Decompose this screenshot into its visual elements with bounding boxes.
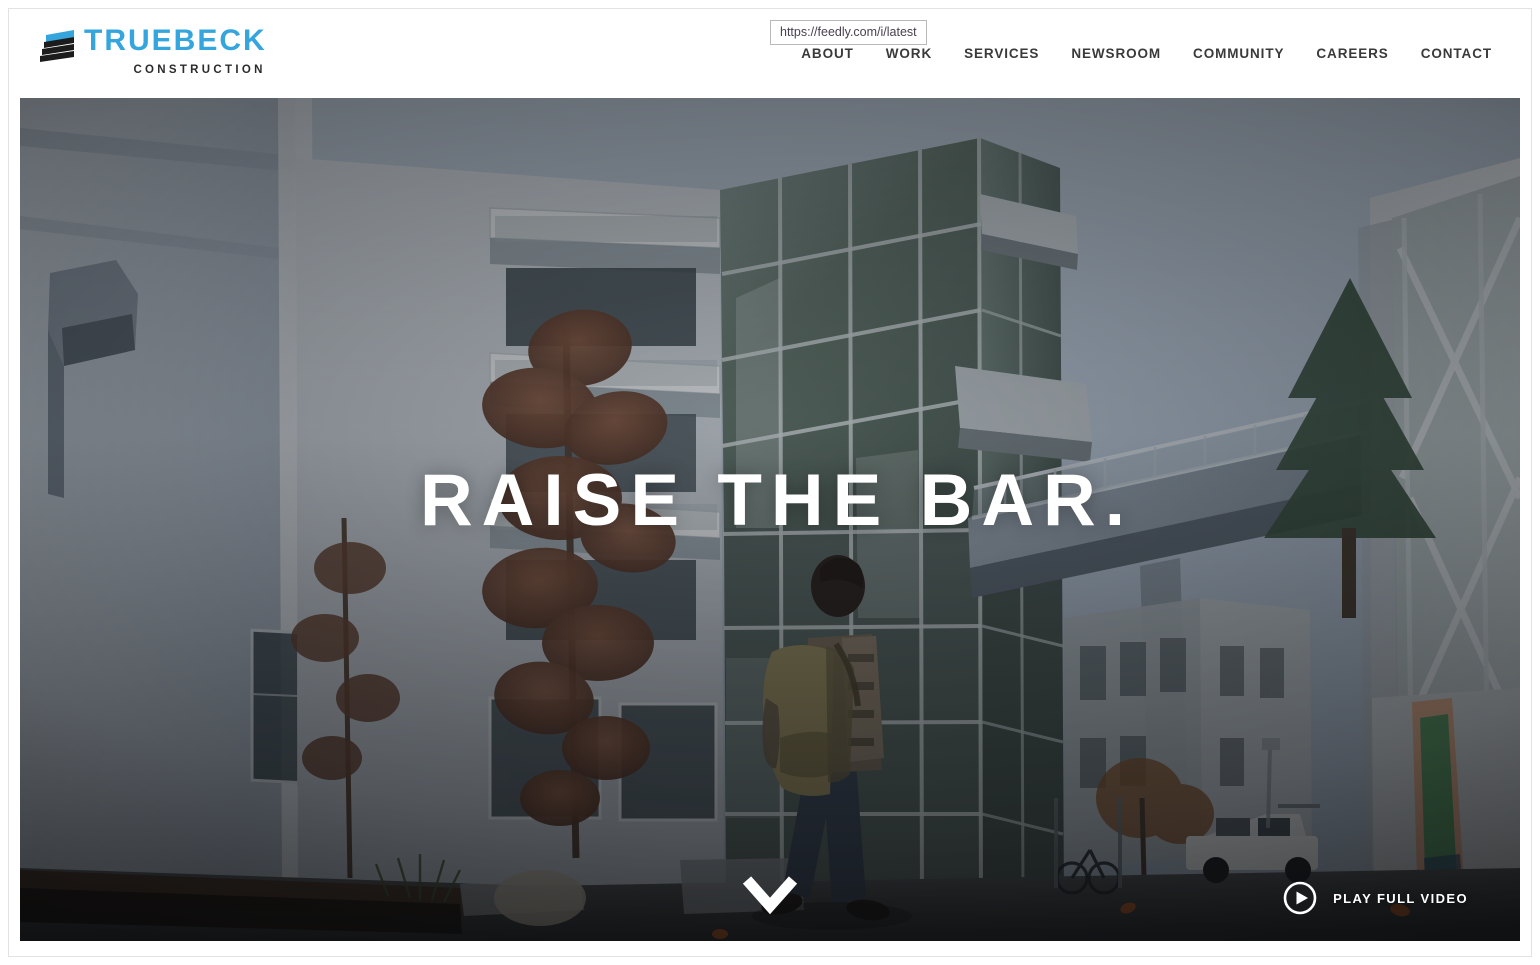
hero-section: RAISE THE BAR. PLAY FULL VIDEO	[20, 98, 1520, 941]
nav-item-newsroom[interactable]: NEWSROOM	[1055, 40, 1177, 67]
link-status-tooltip: https://feedly.com/i/latest	[770, 20, 927, 46]
play-full-video-label: PLAY FULL VIDEO	[1333, 890, 1468, 906]
chevron-down-icon[interactable]	[741, 872, 799, 916]
nav-item-careers[interactable]: CAREERS	[1300, 40, 1404, 67]
play-circle-icon[interactable]	[1283, 881, 1317, 915]
nav-item-contact[interactable]: CONTACT	[1405, 40, 1508, 67]
logo-wordmark: TRUEBECK	[84, 24, 267, 57]
nav-item-services[interactable]: SERVICES	[948, 40, 1055, 67]
play-full-video-button[interactable]: PLAY FULL VIDEO	[1283, 881, 1468, 915]
nav-item-community[interactable]: COMMUNITY	[1177, 40, 1300, 67]
browser-page: RAISE THE BAR. PLAY FULL VIDEO TRUEBECK …	[0, 0, 1540, 965]
site-viewport: RAISE THE BAR. PLAY FULL VIDEO TRUEBECK …	[20, 9, 1520, 941]
truebeck-bars-icon	[40, 30, 74, 62]
logo-subtitle: CONSTRUCTION	[133, 64, 266, 76]
logo[interactable]: TRUEBECK CONSTRUCTION	[40, 26, 267, 76]
hero-background-image	[20, 98, 1520, 941]
